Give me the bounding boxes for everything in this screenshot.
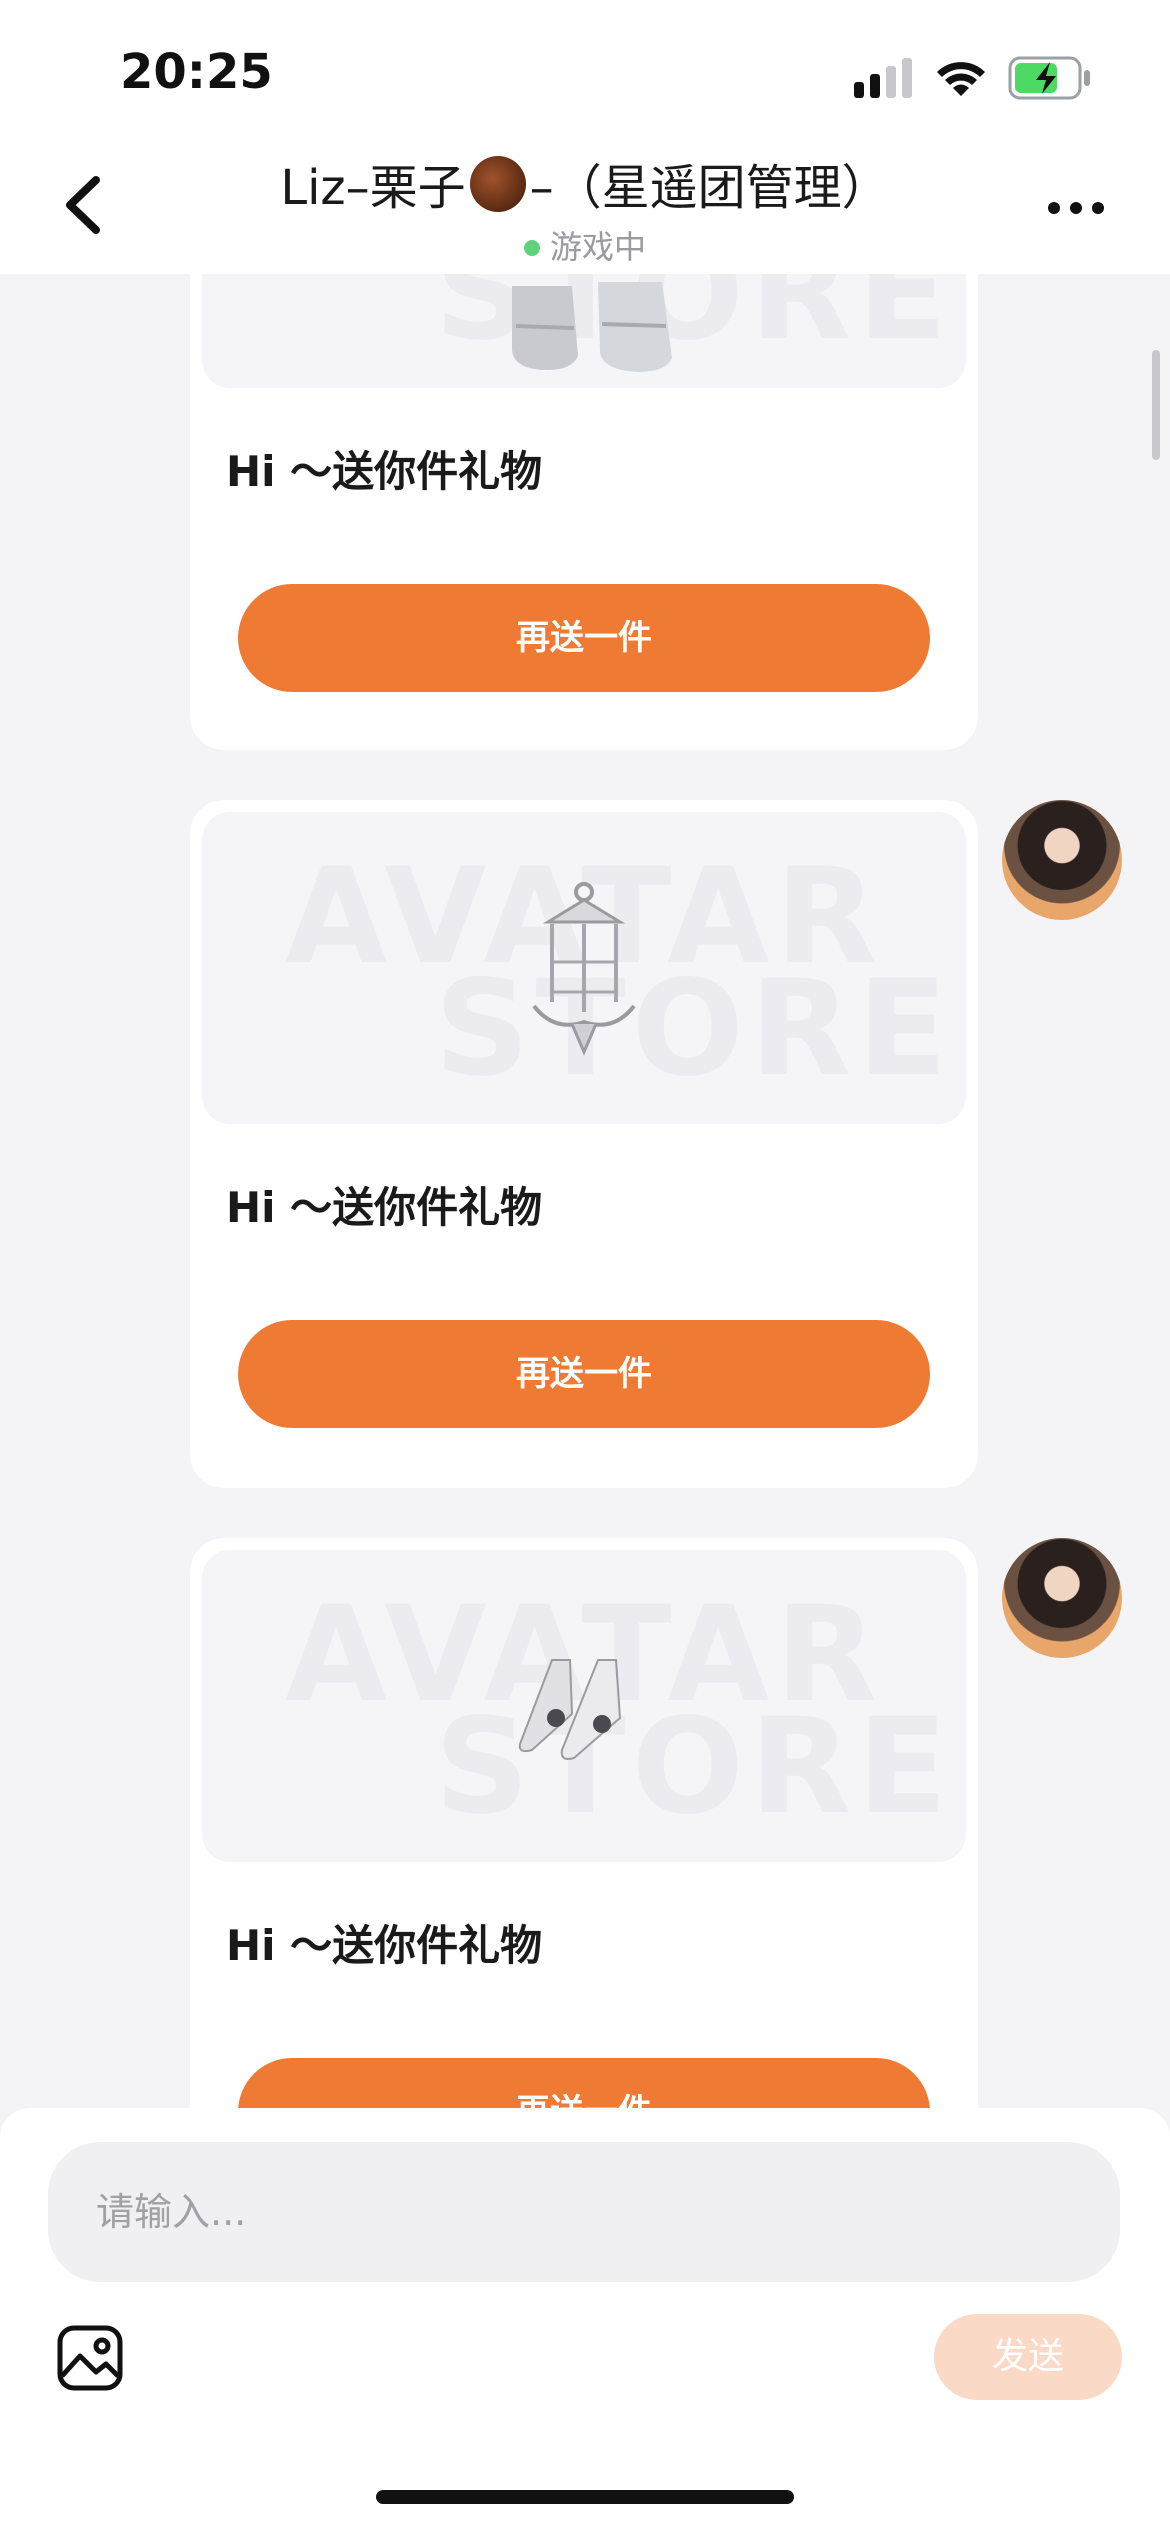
- heels-icon: [518, 1659, 622, 1760]
- signal-bars-icon: [854, 58, 912, 98]
- home-indicator[interactable]: [376, 2490, 794, 2504]
- send-button[interactable]: 发送: [934, 2314, 1122, 2400]
- presence-status: 游戏中: [0, 222, 1170, 268]
- chat-title-prefix: Liz–栗子: [280, 160, 466, 216]
- scrollbar[interactable]: [1152, 350, 1160, 460]
- wifi-icon: [937, 62, 985, 96]
- message-input[interactable]: [48, 2142, 1120, 2282]
- gift-item-image: AVATAR STORE: [202, 812, 966, 1124]
- status-time: 20:25: [120, 44, 273, 100]
- more-dots-icon[interactable]: [1046, 200, 1106, 216]
- battery-charging-icon: [1008, 56, 1090, 100]
- avatar[interactable]: [1002, 800, 1122, 920]
- avatar[interactable]: [1002, 1538, 1122, 1658]
- online-dot-icon: [523, 240, 540, 256]
- gift-item-image: AVATAR STORE: [202, 1550, 966, 1862]
- chestnut-emoji-icon: [469, 156, 526, 212]
- gift-message-text: Hi ～送你件礼物: [226, 447, 543, 496]
- lantern-icon: [532, 882, 636, 1056]
- image-icon[interactable]: [56, 2324, 124, 2392]
- sneakers-icon: [512, 282, 672, 372]
- gift-message-text: Hi ～送你件礼物: [226, 1921, 543, 1970]
- send-again-button[interactable]: 再送一件: [238, 1320, 930, 1428]
- send-again-button[interactable]: 再送一件: [238, 584, 930, 692]
- status-bar: 20:25: [0, 0, 1170, 140]
- presence-label: 游戏中: [549, 228, 646, 266]
- gift-message-text: Hi ～送你件礼物: [226, 1183, 543, 1232]
- gift-message-card: AVATAR STORE Hi ～送你件礼物 再送一件: [190, 800, 978, 1488]
- chat-title-suffix: –（星遥团管理）: [529, 160, 890, 216]
- chat-title: Liz–栗子 –（星遥团管理）: [160, 148, 1010, 218]
